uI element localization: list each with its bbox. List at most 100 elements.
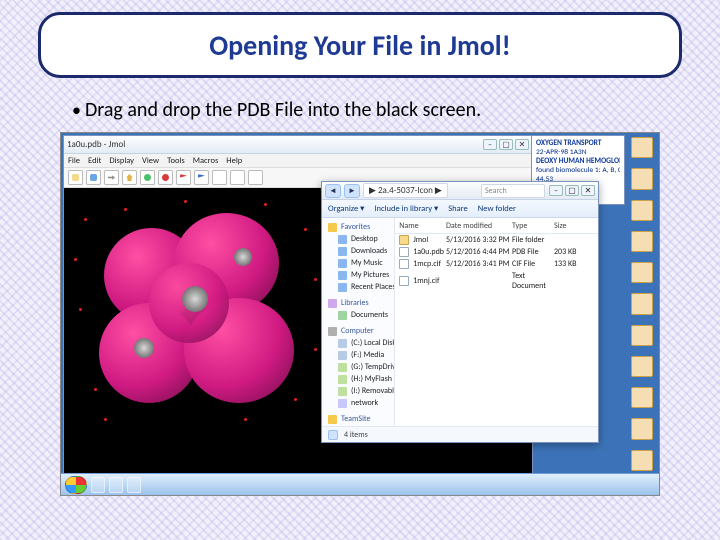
jmol-menubar: File Edit Display View Tools Macros Help	[64, 154, 532, 168]
file-size: 133 KB	[554, 259, 594, 269]
menu-file[interactable]: File	[68, 156, 80, 166]
minimize-button[interactable]: –	[549, 185, 563, 196]
file-date: 5/12/2016 4:44 PM	[446, 247, 510, 257]
breadcrumb[interactable]: ▶ 2a.4-5037-Icon ▶	[363, 183, 448, 198]
tool-icon[interactable]	[212, 170, 227, 185]
desktop-icon[interactable]	[631, 418, 653, 439]
nav-item[interactable]: network	[322, 397, 394, 409]
tool-icon[interactable]	[248, 170, 263, 185]
save-icon[interactable]	[86, 170, 101, 185]
nav-item[interactable]: Recent Places	[322, 281, 394, 293]
bullet-row: • Drag and drop the PDB File into the bl…	[72, 98, 680, 122]
cmd-include[interactable]: Include in library ▾	[374, 204, 438, 214]
folder-icon	[328, 415, 337, 424]
menu-help[interactable]: Help	[226, 156, 242, 166]
atom-red-icon[interactable]	[158, 170, 173, 185]
home-icon[interactable]	[122, 170, 137, 185]
menu-tools[interactable]: Tools	[167, 156, 185, 166]
atom-green-icon[interactable]	[140, 170, 155, 185]
file-row[interactable]: 1mcp.cif 5/12/2016 3:41 PM CIF File 133 …	[395, 258, 598, 270]
nav-item[interactable]: (G:) TempDrive	[322, 361, 394, 373]
nav-item[interactable]: Documents	[322, 309, 394, 321]
column-headers[interactable]: Name Date modified Type Size	[395, 218, 598, 234]
desktop-icon[interactable]	[631, 356, 653, 377]
details-icon	[328, 430, 338, 440]
title-box: Opening Your File in Jmol!	[38, 12, 682, 78]
file-size: 203 KB	[554, 247, 594, 257]
close-button[interactable]: ✕	[515, 139, 529, 150]
col-name[interactable]: Name	[399, 221, 444, 231]
menu-view[interactable]: View	[142, 156, 159, 166]
folder-icon	[338, 283, 347, 292]
search-placeholder: Search	[485, 186, 507, 196]
start-button[interactable]	[65, 476, 87, 494]
cmd-organize[interactable]: Organize ▾	[328, 204, 364, 214]
nav-item[interactable]: (F:) Media	[322, 349, 394, 361]
desktop-icon[interactable]	[631, 262, 653, 283]
desktop-icon[interactable]	[631, 200, 653, 221]
nav-pane[interactable]: Favorites Desktop Downloads My Music My …	[322, 218, 395, 426]
cmd-share[interactable]: Share	[448, 204, 468, 214]
desktop-icon[interactable]	[631, 168, 653, 189]
slide-title: Opening Your File in Jmol!	[209, 28, 511, 63]
nav-item[interactable]: (H:) MyFlash	[322, 373, 394, 385]
file-row[interactable]: 1a0u.pdb 5/12/2016 4:44 PM PDB File 203 …	[395, 246, 598, 258]
file-row[interactable]: Jmol 5/13/2016 3:32 PM File folder	[395, 234, 598, 246]
drive-icon	[338, 363, 347, 372]
jmol-titlebar[interactable]: 1a0u.pdb - Jmol – ▢ ✕	[64, 136, 532, 154]
desktop-icon[interactable]	[631, 293, 653, 314]
windows-taskbar[interactable]	[61, 473, 659, 495]
nav-item[interactable]: Desktop	[322, 233, 394, 245]
search-input[interactable]: Search	[481, 184, 545, 198]
minimize-button[interactable]: –	[483, 139, 497, 150]
back-button[interactable]: ◄	[325, 184, 341, 198]
info-line: 22-APR-98 1A3N	[536, 148, 620, 157]
forward-button[interactable]: ►	[344, 184, 360, 198]
close-button[interactable]: ✕	[581, 185, 595, 196]
nav-item[interactable]: My Music	[322, 257, 394, 269]
nav-item[interactable]: Downloads	[322, 245, 394, 257]
desktop-icon[interactable]	[631, 137, 653, 158]
cmd-newfolder[interactable]: New folder	[478, 204, 516, 214]
col-date[interactable]: Date modified	[446, 221, 510, 231]
maximize-button[interactable]: ▢	[565, 185, 579, 196]
nav-item[interactable]: (C:) Local Disk	[322, 337, 394, 349]
explorer-window[interactable]: ◄ ► ▶ 2a.4-5037-Icon ▶ Search – ▢ ✕ Orga…	[321, 181, 599, 443]
taskbar-button[interactable]	[91, 477, 105, 493]
col-type[interactable]: Type	[512, 221, 552, 231]
explorer-titlebar[interactable]: ◄ ► ▶ 2a.4-5037-Icon ▶ Search – ▢ ✕	[322, 182, 598, 200]
desktop-icon[interactable]	[631, 325, 653, 346]
taskbar-button[interactable]	[109, 477, 123, 493]
explorer-body: Favorites Desktop Downloads My Music My …	[322, 218, 598, 426]
col-size[interactable]: Size	[554, 221, 594, 231]
desktop-icon[interactable]	[631, 387, 653, 408]
drive-icon	[338, 387, 347, 396]
flag-red-icon[interactable]	[176, 170, 191, 185]
file-name: Jmol	[413, 235, 444, 245]
desktop-icon[interactable]	[631, 231, 653, 252]
maximize-button[interactable]: ▢	[499, 139, 513, 150]
desktop-icon[interactable]	[631, 450, 653, 471]
file-icon	[399, 276, 409, 286]
explorer-statusbar: 4 items	[322, 426, 598, 442]
nav-item[interactable]: (I:) Removable Disk	[322, 385, 394, 397]
open-file-icon[interactable]	[68, 170, 83, 185]
folder-icon	[338, 271, 347, 280]
bullet-text: Drag and drop the PDB File into the blac…	[85, 98, 481, 122]
nav-header-favorites[interactable]: Favorites	[322, 221, 394, 233]
drive-icon	[338, 339, 347, 348]
menu-edit[interactable]: Edit	[88, 156, 101, 166]
folder-icon	[338, 235, 347, 244]
nav-header-libraries[interactable]: Libraries	[322, 297, 394, 309]
nav-header-teamsite[interactable]: TeamSite	[322, 413, 394, 425]
taskbar-button[interactable]	[127, 477, 141, 493]
tool-icon[interactable]	[230, 170, 245, 185]
menu-macros[interactable]: Macros	[193, 156, 219, 166]
nav-header-computer[interactable]: Computer	[322, 325, 394, 337]
flag-blue-icon[interactable]	[194, 170, 209, 185]
file-row[interactable]: 1mnj.cif Text Document	[395, 270, 598, 292]
export-icon[interactable]	[104, 170, 119, 185]
menu-display[interactable]: Display	[109, 156, 134, 166]
nav-item[interactable]: My Pictures	[322, 269, 394, 281]
info-line: found biomolecule 1: A, B, C, D	[536, 166, 620, 175]
